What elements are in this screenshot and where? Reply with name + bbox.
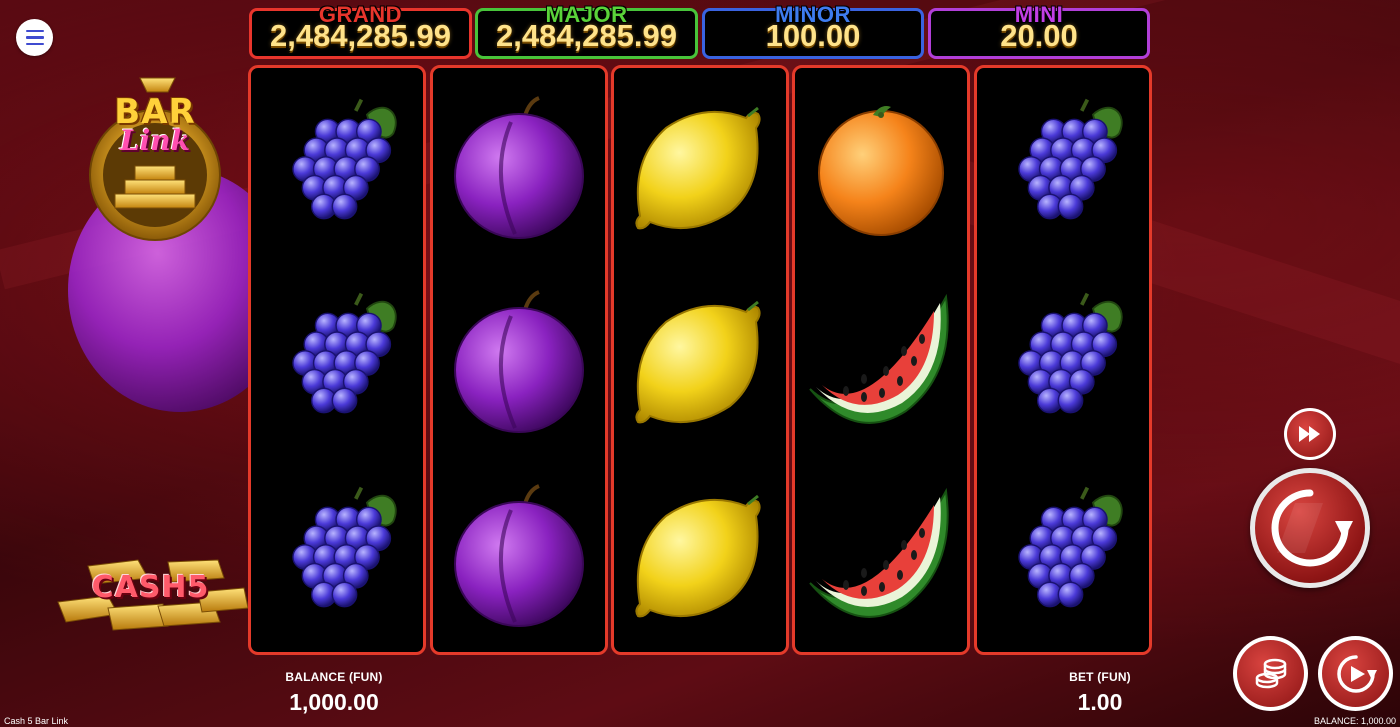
grapes-icon [292,98,397,220]
jackpot-minor: MINOR 100.00 [702,2,924,59]
bet-value: 1.00 [1077,689,1123,715]
plum-symbol [433,74,605,264]
reel-2 [430,65,608,655]
reel-4 [792,65,970,655]
bet-settings-button[interactable] [1233,636,1308,711]
balance-label: BALANCE (FUN) [285,670,383,684]
watermelon-symbol [795,462,967,652]
grapes-symbol [977,462,1149,652]
bet-display: BET (FUN) 1.00 [1040,670,1160,716]
watermelon-icon [809,487,949,618]
watermelon-symbol [795,268,967,458]
reel-1 [248,65,426,655]
turbo-button[interactable] [1284,408,1336,460]
balance-display: BALANCE (FUN) 1,000.00 [254,670,414,716]
plum-icon [454,290,584,433]
cash5-logo-text: CASH5 [91,570,210,605]
spin-button[interactable] [1250,468,1370,588]
grapes-icon [1018,292,1123,414]
reel-5 [974,65,1152,655]
grapes-icon [292,486,397,608]
bar-link-logo-line2: Link [119,124,191,157]
orange-symbol [795,74,967,264]
lemon-symbol [614,462,786,652]
balance-value: 1,000.00 [289,689,379,715]
grapes-symbol [251,268,423,458]
lemon-icon [635,300,761,424]
grapes-symbol [977,74,1149,264]
plum-symbol [433,462,605,652]
bet-label: BET (FUN) [1069,670,1131,684]
menu-icon-line [25,36,44,39]
lemon-symbol [614,74,786,264]
plum-symbol [433,268,605,458]
cash5-logo: CASH5 [48,552,253,636]
jackpot-mini-label: MINI [1014,2,1064,27]
jackpot-grand-label: GRAND [318,2,403,27]
plum-icon [454,96,584,239]
grapes-icon [292,292,397,414]
footer-game-title: Cash 5 Bar Link [4,716,69,726]
bar-link-logo: BAR Link [80,70,230,245]
plum-icon [454,484,584,627]
menu-button[interactable] [16,19,53,56]
grapes-symbol [251,74,423,264]
menu-icon-line [25,42,44,46]
jackpot-major-label: MAJOR [545,2,628,27]
spin-arrow-icon [1271,489,1353,567]
jackpot-major: MAJOR 2,484,285.99 [475,2,698,59]
autoplay-icon [1336,654,1377,693]
grapes-symbol [977,268,1149,458]
footer-balance: BALANCE: 1,000.00 [1313,716,1396,726]
menu-icon-line [25,29,44,33]
lemon-symbol [614,268,786,458]
orange-icon [818,106,944,236]
grapes-icon [1018,98,1123,220]
lemon-icon [635,106,761,230]
coin-stack-icon [1255,658,1286,688]
jackpot-mini: MINI 20.00 [928,2,1150,59]
lemon-icon [635,494,761,618]
fast-forward-icon [1299,426,1320,442]
autoplay-button[interactable] [1318,636,1393,711]
jackpot-grand: GRAND 2,484,285.99 [249,2,472,59]
reel-3 [611,65,789,655]
grapes-symbol [251,462,423,652]
grapes-icon [1018,486,1123,608]
jackpot-minor-label: MINOR [775,2,851,27]
watermelon-icon [809,293,949,424]
